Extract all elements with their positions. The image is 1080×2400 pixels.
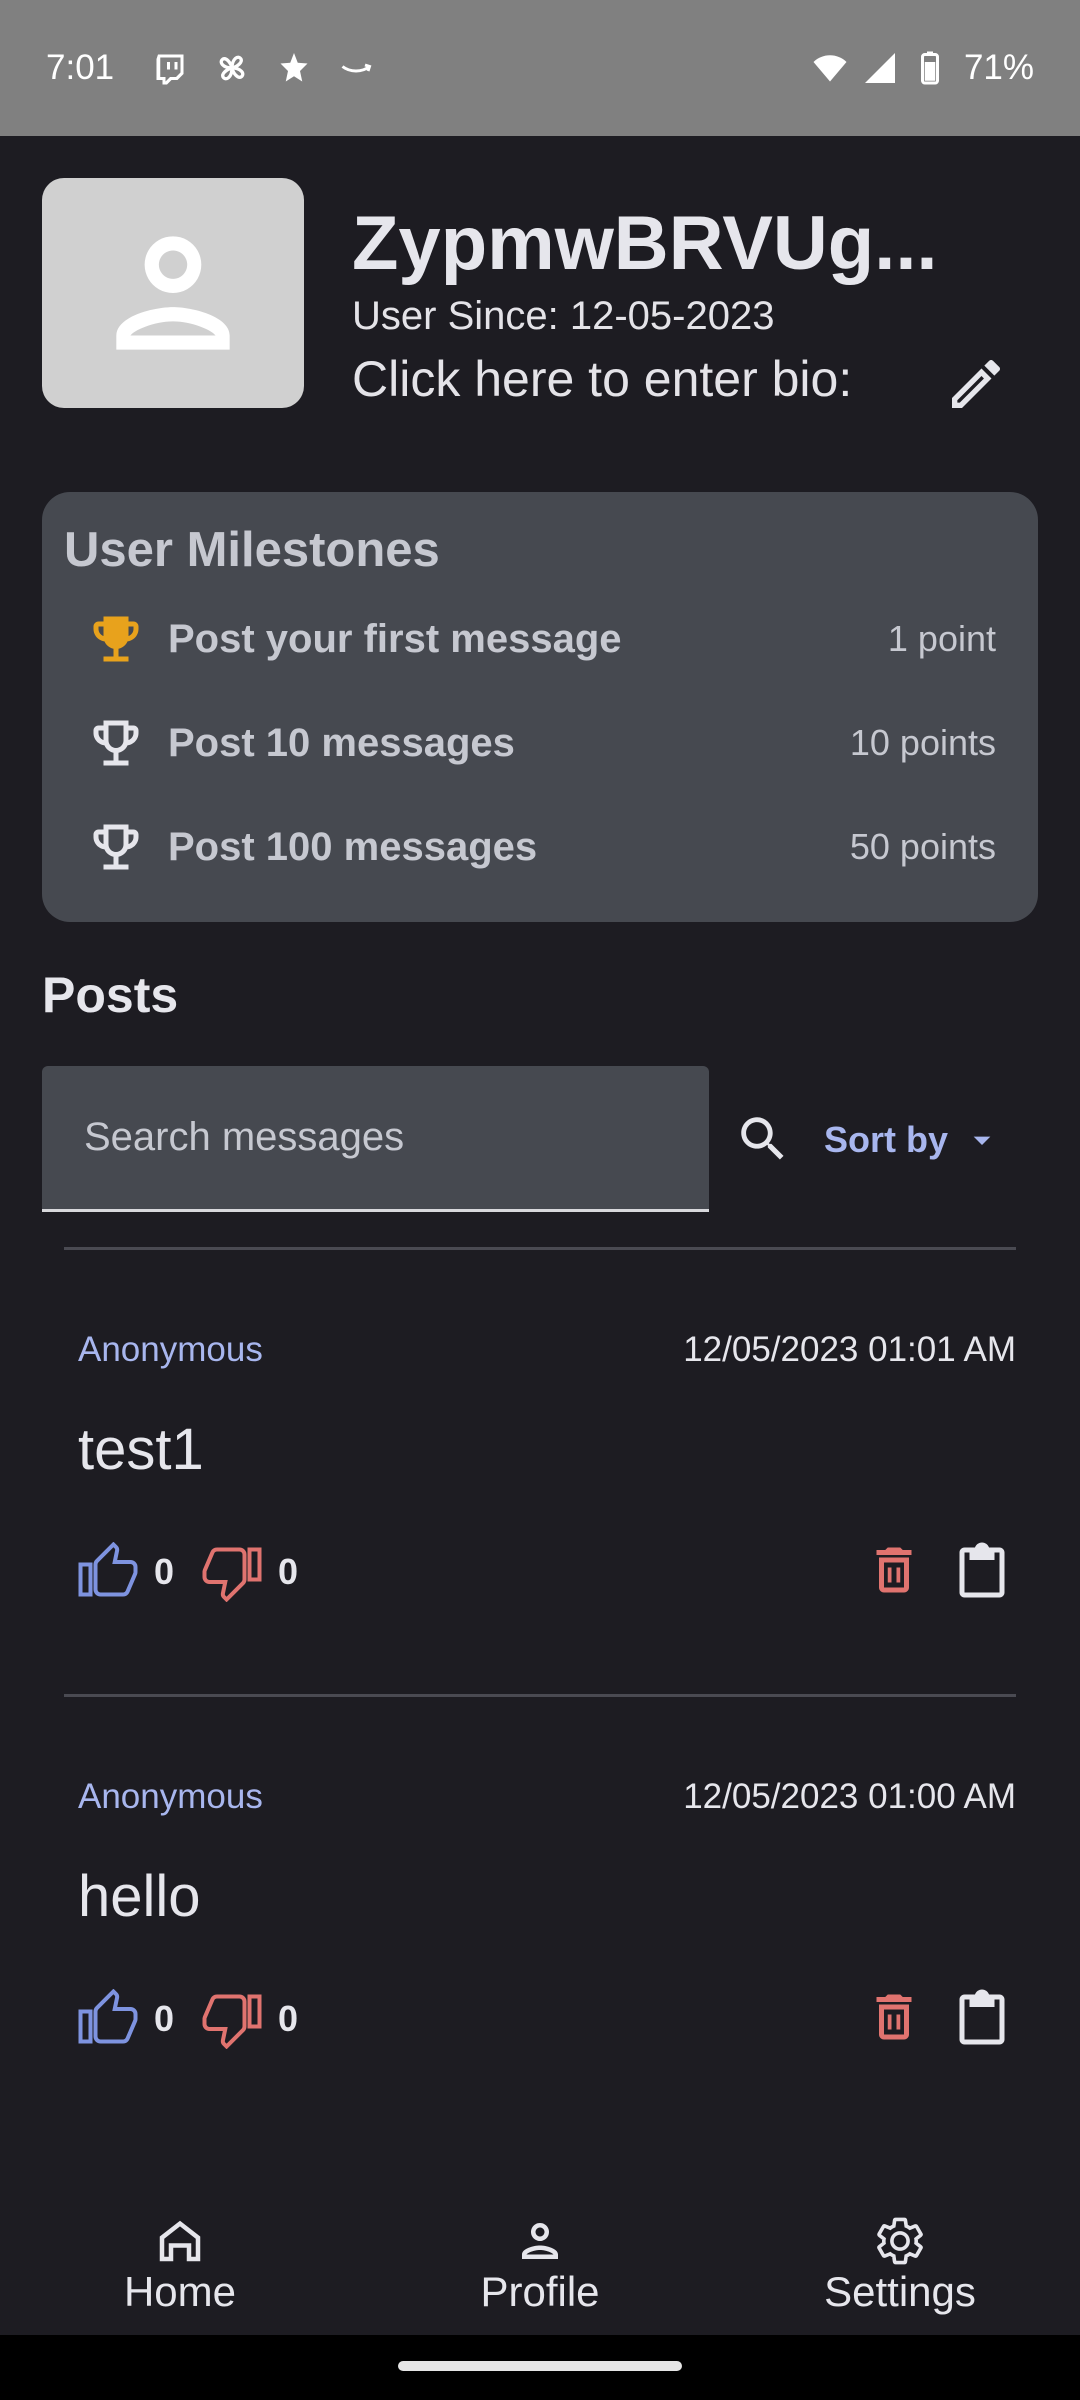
post-card: Anonymous 12/05/2023 01:00 AM hello 0 0 [64,1777,1016,2117]
delete-icon[interactable] [864,1987,928,2051]
battery-percent: 71% [963,48,1034,87]
dislike-count: 0 [278,1551,299,1592]
search-field[interactable] [42,1066,709,1212]
post-card: Anonymous 12/05/2023 01:01 AM test1 0 0 [64,1330,1016,1670]
post-date: 12/05/2023 01:00 AM [683,1777,1016,1816]
milestone-label: Post your first message [168,616,622,661]
milestone-label: Post 10 messages [168,720,515,765]
profile-header: ZypmwBRVUg... User Since: 12-05-2023 Cli… [42,178,1038,410]
post-date: 12/05/2023 01:01 AM [683,1330,1016,1369]
post-divider [64,1247,1016,1250]
dislike-count: 0 [278,1998,299,2039]
dislike-button[interactable]: 0 [202,1540,298,1604]
username: ZypmwBRVUg... [352,201,938,286]
signal-icon [860,48,900,88]
nav-label: Settings [824,2268,976,2315]
bio-field[interactable]: Click here to enter bio: [352,350,852,408]
puzzle-icon [274,48,314,88]
status-time: 7:01 [46,48,115,87]
sort-by-dropdown[interactable]: Sort by [824,1112,1002,1168]
dislike-button[interactable]: 0 [202,1987,298,2051]
trophy-outline-icon [86,713,146,773]
post-author: Anonymous [78,1777,263,1816]
gesture-bar[interactable] [398,2361,682,2371]
nav-item-home[interactable]: Home [0,2195,360,2335]
like-count: 0 [154,1551,175,1592]
milestone-label: Post 100 messages [168,824,538,869]
pinwheel-icon [212,48,252,88]
milestone-points: 50 points [849,826,996,867]
milestone-points: 10 points [849,722,996,763]
clipboard-icon[interactable] [952,1540,1016,1604]
search-input[interactable] [42,1066,709,1209]
post-text: test1 [78,1417,204,1482]
thumbs-down-icon [202,1547,262,1602]
sort-by-label: Sort by [824,1119,949,1160]
milestones-title: User Milestones [64,523,440,577]
post-divider [64,1694,1016,1697]
wifi-icon [810,48,850,88]
post-text: hello [78,1864,201,1929]
battery-icon [910,48,950,88]
person-icon [522,2223,558,2259]
trophy-outline-icon [86,817,146,877]
like-count: 0 [154,1998,175,2039]
avatar[interactable] [42,178,304,408]
milestone-item: Post your first message 1 point [42,604,1038,674]
home-icon [159,2220,201,2262]
post-author: Anonymous [78,1330,263,1369]
nav-item-profile[interactable]: Profile [360,2195,720,2335]
posts-title: Posts [42,967,179,1023]
milestone-points: 1 point [887,618,996,659]
milestones-card: User Milestones Post your first message … [42,492,1038,922]
trophy-filled-icon [86,609,146,669]
dropdown-arrow-icon [973,1136,991,1145]
bottom-nav: Home Profile Settings [0,2195,1080,2335]
like-button[interactable]: 0 [78,1987,174,2051]
thumbs-down-icon [202,1994,262,2049]
nav-item-settings[interactable]: Settings [720,2195,1080,2335]
milestone-item: Post 10 messages 10 points [42,708,1038,778]
thumbs-up-icon [78,1542,138,1597]
status-bar: 7:01 71% [0,0,1080,136]
user-since: User Since: 12-05-2023 [352,294,775,338]
thumbs-up-icon [78,1989,138,2044]
milestone-item: Post 100 messages 50 points [42,812,1038,882]
nav-label: Home [123,2268,237,2315]
amazon-icon [336,48,376,88]
edit-bio-icon[interactable] [944,352,1008,416]
person-icon [116,236,230,350]
gear-icon [877,2217,923,2265]
twitch-icon [150,48,190,88]
clipboard-icon[interactable] [952,1987,1016,2051]
delete-icon[interactable] [864,1540,928,1604]
like-button[interactable]: 0 [78,1540,174,1604]
search-icon[interactable] [734,1110,792,1168]
nav-label: Profile [480,2268,600,2315]
